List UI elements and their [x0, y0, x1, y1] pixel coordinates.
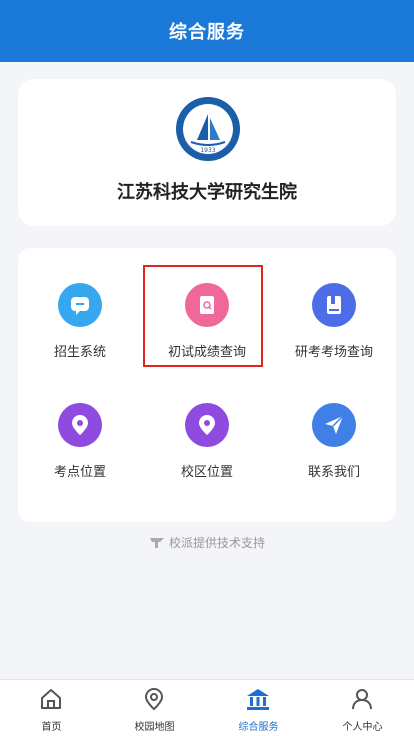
service-label: 考点位置: [53, 465, 106, 480]
service-tile-admission[interactable]: 招生系统: [20, 283, 140, 393]
tab-services[interactable]: 综合服务: [207, 680, 310, 736]
service-tile-exam-room[interactable]: 研考考场查询: [274, 283, 394, 393]
location-pin-icon: [58, 403, 102, 447]
school-name: 江苏科技大学研究生院: [117, 182, 297, 203]
tab-label: 校园地图: [134, 722, 175, 733]
map-pin-icon: [144, 687, 164, 711]
service-tile-contact[interactable]: 联系我们: [274, 403, 394, 513]
page-title: 综合服务: [169, 22, 245, 43]
message-icon: [58, 283, 102, 327]
service-label: 校区位置: [180, 465, 233, 480]
paper-plane-icon: [312, 403, 356, 447]
brand-icon: [149, 537, 164, 548]
building-icon: [247, 689, 269, 710]
tab-label: 综合服务: [238, 722, 279, 733]
user-icon: [352, 689, 372, 710]
tab-profile[interactable]: 个人中心: [311, 680, 414, 736]
service-label: 招生系统: [53, 345, 106, 360]
logo-year: 1933: [200, 147, 215, 154]
service-tile-exam-site[interactable]: 考点位置: [20, 403, 140, 513]
tab-home[interactable]: 首页: [0, 680, 103, 736]
service-label: 研考考场查询: [294, 345, 373, 360]
location-pin-icon: [185, 403, 229, 447]
highlight-box: [143, 265, 263, 367]
school-logo: 1933: [176, 97, 240, 161]
tech-support-note: 校派提供技术支持: [0, 534, 414, 551]
tab-bar: 首页 校园地图 综合服务 个人中心: [0, 679, 414, 736]
service-tile-campus-location[interactable]: 校区位置: [147, 403, 267, 513]
tab-label: 个人中心: [342, 722, 383, 733]
tab-label: 首页: [41, 722, 62, 733]
header-bar: 综合服务: [0, 0, 414, 62]
book-icon: [312, 283, 356, 327]
tab-campus-map[interactable]: 校园地图: [103, 680, 206, 736]
tech-support-text: 校派提供技术支持: [168, 536, 265, 550]
service-label: 联系我们: [307, 465, 360, 480]
home-icon: [41, 689, 61, 709]
